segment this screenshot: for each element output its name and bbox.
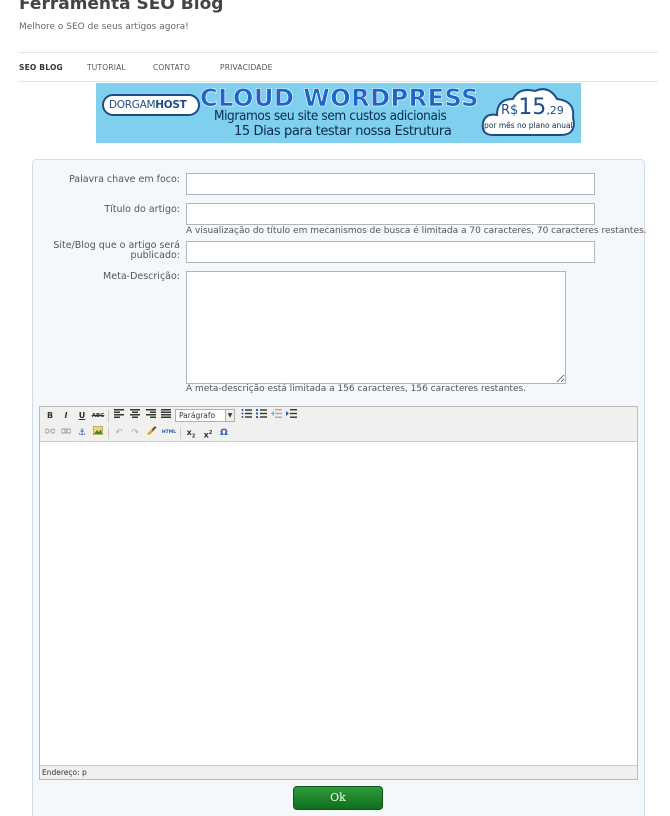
price-int: 15 [518, 95, 547, 120]
subscript-icon[interactable]: x2 [184, 426, 198, 440]
site-input[interactable] [186, 241, 595, 263]
bullet-list-icon[interactable] [239, 409, 253, 423]
price-dec: ,29 [546, 104, 564, 117]
site-title[interactable]: Ferramenta SEO Blog [19, 0, 223, 14]
nav-item-privacidade[interactable]: PRIVACIDADE [220, 63, 273, 72]
numbered-list-icon[interactable] [254, 409, 268, 423]
nav-item-seo-blog[interactable]: SEO BLOG [19, 63, 63, 72]
banner-logo: DORGAMHOST [102, 94, 200, 116]
toolbar-separator [108, 427, 109, 439]
redo-icon[interactable]: ↷ [128, 426, 142, 440]
indent-icon[interactable] [284, 409, 298, 423]
omega-icon[interactable]: Ω [217, 426, 231, 440]
align-left-icon[interactable] [112, 409, 126, 423]
toolbar-separator [108, 410, 109, 422]
underline-button[interactable]: U [75, 409, 89, 423]
italic-button[interactable]: I [59, 409, 73, 423]
superscript-icon[interactable]: x2 [201, 426, 215, 440]
banner-line1: Migramos seu site sem custos adicionais [214, 108, 447, 124]
keyword-input[interactable] [186, 173, 595, 195]
meta-label: Meta-Descrição: [103, 271, 180, 282]
site-tagline: Melhore o SEO de seus artigos agora! [19, 22, 189, 32]
outdent-icon[interactable] [269, 409, 283, 423]
nav-item-contato[interactable]: CONTATO [153, 63, 190, 72]
title-hint: A visualização do título em mecanismos d… [186, 226, 647, 236]
cleanup-icon[interactable] [144, 426, 158, 440]
format-select-value: Parágrafo [179, 411, 216, 420]
editor-content-area[interactable] [40, 443, 637, 765]
image-icon[interactable] [91, 425, 105, 440]
toolbar-separator [180, 427, 181, 439]
nav-item-tutorial[interactable]: TUTORIAL [87, 63, 126, 72]
banner-logo-part1: DORGAM [109, 99, 156, 111]
align-right-icon[interactable] [144, 409, 158, 423]
undo-icon[interactable]: ↶ [112, 426, 126, 440]
meta-hint: A meta-descrição está limitada a 156 car… [186, 384, 527, 394]
bold-button[interactable]: B [43, 409, 57, 423]
format-select[interactable]: Parágrafo ▼ [175, 409, 235, 422]
banner-per-month: por mês no plano anual [484, 121, 573, 130]
title-input[interactable] [186, 203, 595, 225]
banner-price: R$15,29 [501, 95, 564, 120]
price-currency: R$ [501, 103, 519, 118]
strikethrough-button[interactable]: ABC [91, 409, 105, 423]
site-label: Site/Blog que o artigo será publicado: [53, 240, 180, 261]
main-nav: SEO BLOG TUTORIAL CONTATO PRIVACIDADE [19, 52, 658, 82]
banner-logo-part2: HOST [155, 99, 187, 111]
align-center-icon[interactable] [128, 409, 142, 423]
align-justify-icon[interactable] [159, 409, 173, 423]
unlink-icon[interactable] [43, 426, 57, 440]
keyword-label: Palavra chave em foco: [68, 174, 180, 185]
title-label: Título do artigo: [104, 204, 180, 215]
anchor-icon[interactable]: ⚓ [75, 426, 89, 440]
meta-description-textarea[interactable] [186, 271, 566, 384]
banner-line2: 15 Dias para testar nossa Estrutura [234, 124, 452, 139]
chevron-down-icon: ▼ [225, 410, 234, 421]
rich-text-editor: B I U ABC Parágrafo ▼ ⚓ ↶ ↷ HTML x2 x2 Ω… [39, 406, 638, 780]
editor-toolbar: B I U ABC Parágrafo ▼ ⚓ ↶ ↷ HTML x2 x2 Ω [40, 407, 637, 442]
link-icon[interactable] [59, 426, 73, 440]
html-source-button[interactable]: HTML [160, 426, 178, 440]
ok-button[interactable]: Ok [293, 786, 383, 810]
editor-status-bar: Endereço: p [40, 765, 637, 779]
ad-banner[interactable]: DORGAMHOST CLOUD WORDPRESS Migramos seu … [96, 83, 581, 143]
